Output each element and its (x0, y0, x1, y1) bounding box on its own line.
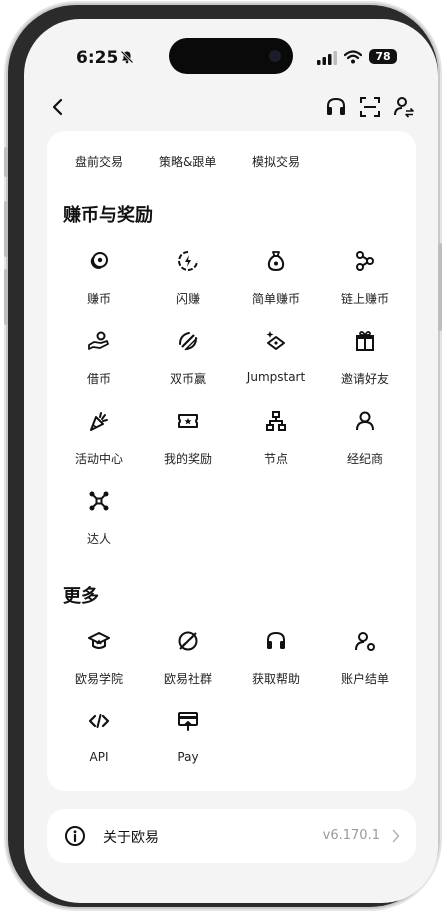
grid-item-dual-coin[interactable]: 双币赢 (144, 329, 232, 393)
headset-icon (267, 631, 285, 649)
menu-card: 盘前交易 策略&跟单 模拟交易 赚币与奖励 赚币 闪赚 简单赚币 链上赚币 借币… (47, 131, 416, 791)
headset-icon[interactable] (324, 95, 348, 119)
party-icon (90, 412, 108, 431)
scan-icon[interactable] (358, 95, 382, 119)
top-nav (24, 85, 438, 129)
grid-item-jumpstart[interactable]: Jumpstart (232, 329, 320, 393)
volume-up-button (4, 201, 8, 257)
grid-item-loan[interactable]: 借币 (55, 329, 143, 393)
screen: 6:25 78 盘前交易 策略&跟单 模拟交易 赚币与奖励 赚币 闪赚 简单赚币… (24, 19, 438, 903)
grid-item-academy[interactable]: 欧易学院 (55, 629, 143, 693)
broker-icon (356, 411, 374, 431)
community-icon (178, 631, 198, 651)
about-label: 关于欧易 (103, 830, 159, 846)
loan-icon (88, 331, 109, 350)
grid-item-account-statement[interactable]: 账户结单 (321, 629, 409, 693)
onchain-icon (356, 251, 374, 271)
action-button (4, 147, 8, 177)
academy-icon (88, 632, 110, 649)
tab-premarket[interactable]: 盘前交易 (75, 153, 123, 170)
dynamic-island (169, 38, 293, 74)
camera-icon (269, 50, 281, 62)
grid-item-get-help[interactable]: 获取帮助 (232, 629, 320, 693)
gift-icon (356, 331, 374, 351)
grid-item-flash-earn[interactable]: 闪赚 (144, 249, 232, 313)
power-button (438, 243, 442, 331)
tab-strategy[interactable]: 策略&跟单 (159, 153, 216, 170)
grid-item-pay[interactable]: Pay (144, 709, 232, 773)
info-icon (65, 826, 85, 846)
bell-muted-icon (120, 50, 134, 64)
grid-item-node[interactable]: 节点 (232, 409, 320, 473)
switch-account-icon[interactable] (392, 95, 416, 119)
grid-item-influencer[interactable]: 达人 (55, 489, 143, 553)
about-row[interactable]: 关于欧易 v6.170.1 (47, 809, 416, 863)
grid-item-invite[interactable]: 邀请好友 (321, 329, 409, 393)
wifi-icon (344, 50, 362, 64)
app-version: v6.170.1 (322, 828, 380, 843)
back-arrow-icon[interactable] (46, 95, 70, 119)
grid-item-community[interactable]: 欧易社群 (144, 629, 232, 693)
phone-frame: 6:25 78 盘前交易 策略&跟单 模拟交易 赚币与奖励 赚币 闪赚 简单赚币… (4, 5, 442, 907)
grid-item-simple-earn[interactable]: 简单赚币 (232, 249, 320, 313)
coins-icon (90, 252, 108, 269)
dual-coin-icon (179, 332, 198, 351)
section-title-earn: 赚币与奖励 (63, 205, 153, 226)
money-bag-icon (267, 251, 285, 271)
signal-icon (317, 51, 337, 65)
pay-icon (178, 712, 198, 731)
grid-item-my-rewards[interactable]: 我的奖励 (144, 409, 232, 473)
grid-item-earn[interactable]: 赚币 (55, 249, 143, 313)
flash-earn-icon (178, 251, 198, 271)
volume-down-button (4, 269, 8, 325)
chevron-right-icon (392, 829, 400, 843)
grid-item-onchain-earn[interactable]: 链上赚币 (321, 249, 409, 313)
status-bar: 6:25 78 (24, 19, 438, 79)
code-icon (88, 714, 110, 728)
grid-item-api[interactable]: API (55, 709, 143, 773)
node-icon (266, 411, 286, 431)
section-title-more: 更多 (63, 586, 99, 607)
tab-demo-trading[interactable]: 模拟交易 (252, 153, 300, 170)
account-statement-icon (355, 632, 375, 651)
network-icon (89, 491, 109, 511)
grid-item-activity-center[interactable]: 活动中心 (55, 409, 143, 473)
ticket-icon (178, 414, 198, 428)
battery-indicator: 78 (369, 49, 397, 64)
status-time: 6:25 (76, 48, 119, 68)
grid-item-broker[interactable]: 经纪商 (321, 409, 409, 473)
jumpstart-icon (266, 331, 285, 350)
